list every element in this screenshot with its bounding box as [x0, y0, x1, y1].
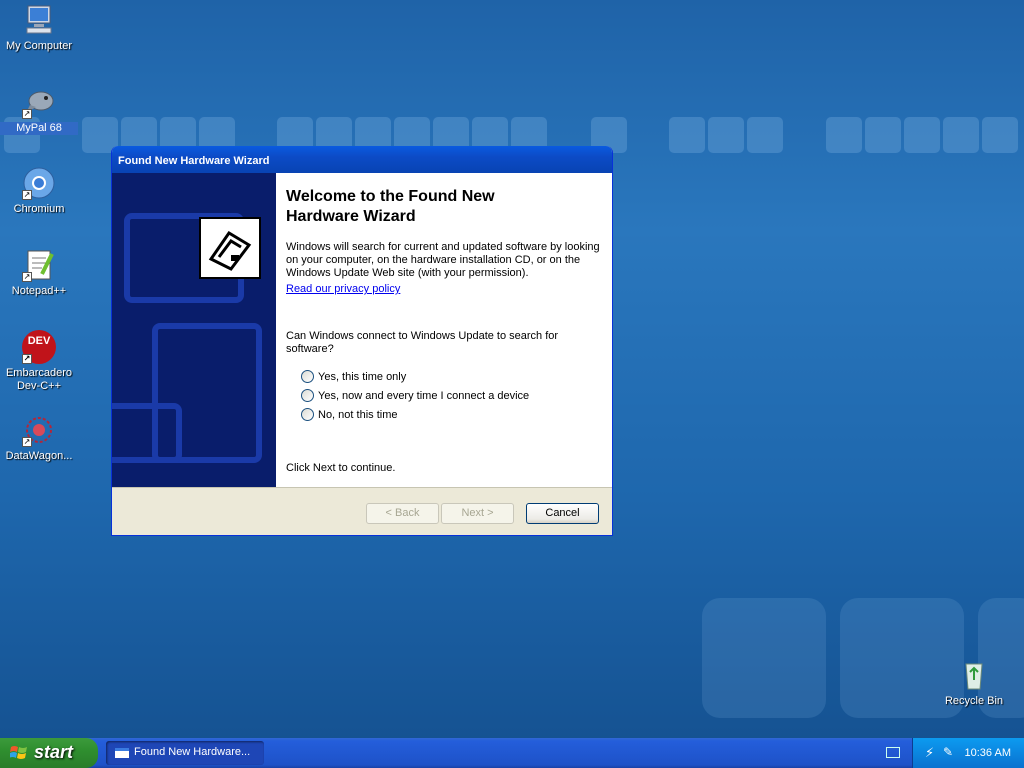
- continue-instruction: Click Next to continue.: [286, 462, 396, 474]
- desktop-icon-label: Chromium: [13, 203, 65, 215]
- desktop-icon-notepadpp[interactable]: ↗ Notepad++: [0, 248, 78, 298]
- shortcut-arrow-icon: ↗: [22, 272, 32, 282]
- window-title[interactable]: Found New Hardware Wizard: [112, 146, 612, 173]
- wallpaper-tile: [943, 117, 979, 153]
- wizard-content: Welcome to the Found New Hardware Wizard…: [276, 173, 612, 487]
- start-button[interactable]: start: [0, 738, 98, 768]
- wizard-heading: Welcome to the Found New Hardware Wizard: [286, 188, 495, 225]
- window-icon: [115, 748, 129, 758]
- wallpaper-tile: [904, 117, 940, 153]
- desktop-icon-label: Embarcadero Dev-C++: [5, 367, 73, 392]
- radio-button[interactable]: [301, 370, 314, 383]
- radio-option-not-this-time[interactable]: No, not this time: [301, 405, 602, 424]
- desktop-icon-label: My Computer: [5, 40, 73, 52]
- desktop-icon-recycle-bin[interactable]: Recycle Bin: [935, 658, 1013, 708]
- radio-button[interactable]: [301, 408, 314, 421]
- shortcut-arrow-icon: ↗: [22, 190, 32, 200]
- desktop-icon-my-computer[interactable]: My Computer: [0, 3, 78, 53]
- update-question: Can Windows connect to Windows Update to…: [286, 330, 559, 355]
- wallpaper-tile: [747, 117, 783, 153]
- desktop-icon-label: MyPal 68: [0, 122, 78, 135]
- recycle-bin-icon: [957, 658, 991, 692]
- clock[interactable]: 10:36 AM: [965, 747, 1011, 759]
- desktop-icon-label: DataWagon...: [5, 450, 73, 462]
- wallpaper-tile: [865, 117, 901, 153]
- mypal-browser-icon: ↗: [22, 85, 56, 119]
- desktop-icon-devcpp[interactable]: DEV ↗ Embarcadero Dev-C++: [0, 330, 78, 393]
- wallpaper-tile-large: [702, 598, 826, 718]
- radio-button[interactable]: [301, 389, 314, 402]
- system-tray: ⚡ ✎ 10:36 AM: [912, 738, 1024, 768]
- computer-icon: [22, 3, 56, 37]
- wallpaper-tile: [669, 117, 705, 153]
- shortcut-arrow-icon: ↗: [22, 354, 32, 364]
- taskbar-item-label: Found New Hardware...: [134, 746, 251, 758]
- radio-label[interactable]: No, not this time: [318, 409, 397, 421]
- network-icon[interactable]: ⚡: [925, 745, 934, 761]
- radio-option-every-time[interactable]: Yes, now and every time I connect a devi…: [301, 386, 602, 405]
- hardware-icon: [199, 217, 261, 279]
- datawagon-icon: ↗: [22, 413, 56, 447]
- banner-decoration: [112, 403, 182, 463]
- desktop-icon-label: Notepad++: [11, 285, 67, 297]
- taskbar: start Found New Hardware... ⚡ ✎ 10:36 AM: [0, 738, 1024, 768]
- next-button[interactable]: Next >: [441, 503, 514, 524]
- safely-remove-hardware-icon[interactable]: ✎: [943, 745, 953, 759]
- wallpaper-tile: [826, 117, 862, 153]
- desktop-icon-datawagon[interactable]: ↗ DataWagon...: [0, 413, 78, 463]
- radio-label[interactable]: Yes, this time only: [318, 371, 406, 383]
- taskbar-item-found-new-hardware[interactable]: Found New Hardware...: [106, 741, 264, 765]
- devcpp-icon: DEV ↗: [22, 330, 56, 364]
- radio-option-this-time-only[interactable]: Yes, this time only: [301, 367, 602, 386]
- radio-label[interactable]: Yes, now and every time I connect a devi…: [318, 390, 529, 402]
- radio-group: Yes, this time only Yes, now and every t…: [286, 367, 602, 424]
- wizard-side-banner: [112, 173, 276, 487]
- devcpp-badge-text: DEV: [27, 335, 51, 347]
- desktop-icon-label: Recycle Bin: [944, 695, 1004, 707]
- privacy-policy-link[interactable]: Read our privacy policy: [286, 283, 400, 295]
- wallpaper-tile: [982, 117, 1018, 153]
- found-new-hardware-wizard-window[interactable]: Found New Hardware Wizard Welcome to the…: [111, 146, 613, 536]
- desktop-icon-mypal[interactable]: ↗ MyPal 68: [0, 85, 78, 135]
- back-button[interactable]: < Back: [366, 503, 439, 524]
- shortcut-arrow-icon: ↗: [22, 437, 32, 447]
- windows-logo-icon: [9, 745, 28, 761]
- start-label: start: [34, 742, 74, 762]
- cancel-button[interactable]: Cancel: [526, 503, 599, 524]
- wizard-button-bar: < Back Next > Cancel: [112, 487, 612, 535]
- desktop-icon-chromium[interactable]: ↗ Chromium: [0, 166, 78, 216]
- wallpaper-tile: [708, 117, 744, 153]
- shortcut-arrow-icon: ↗: [22, 109, 32, 119]
- chromium-icon: ↗: [22, 166, 56, 200]
- keyboard-icon[interactable]: [886, 747, 900, 758]
- notepadpp-icon: ↗: [22, 248, 56, 282]
- wizard-description: Windows will search for current and upda…: [286, 241, 600, 279]
